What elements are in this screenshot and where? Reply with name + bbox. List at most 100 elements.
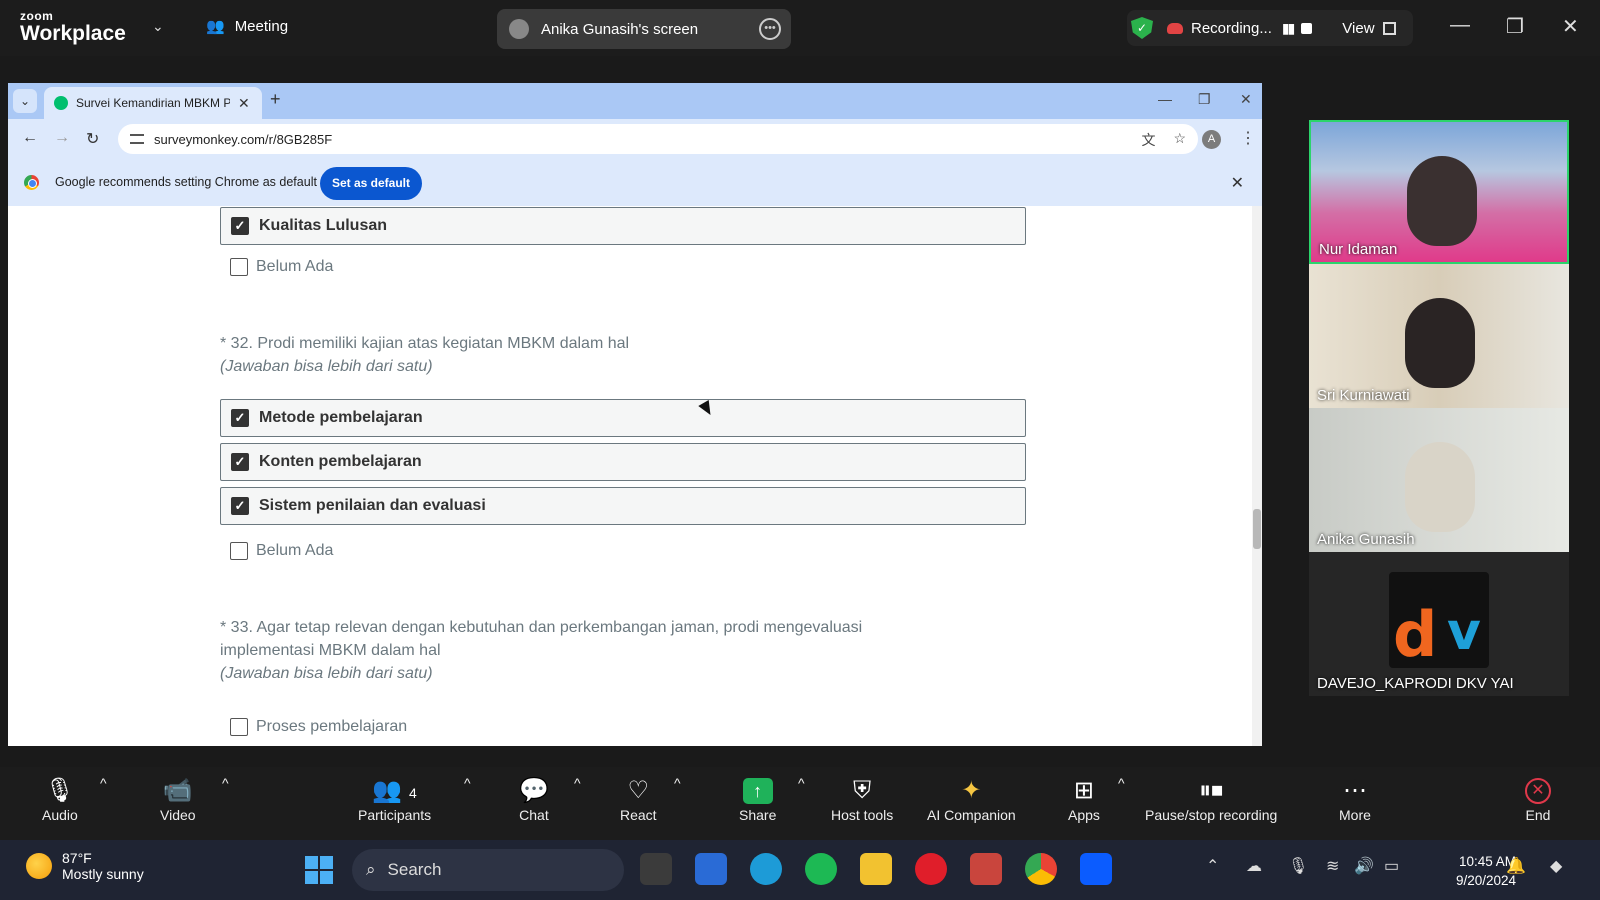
url-field[interactable]: surveymonkey.com/r/8GB285F 文 ☆ [118,124,1198,154]
audio-button[interactable]: 🎙 Audio [42,775,78,823]
taskbar-search[interactable]: ⌕ Search [352,849,624,891]
screen-share-pill[interactable]: Anika Gunasih's screen ••• [497,9,791,49]
ai-companion-button[interactable]: ✦ AI Companion [927,775,1016,823]
tab-survey[interactable]: Survei Kemandirian MBKM Prog ✕ [44,87,262,119]
audio-label: Audio [42,807,78,823]
caret-up-icon[interactable]: ^ [574,775,581,791]
option-kualitas-lulusan[interactable]: ✓ Kualitas Lulusan [220,207,1026,245]
option-belum-ada-31[interactable]: Belum Ada [230,258,333,276]
snipping-tool-icon[interactable] [970,853,1002,885]
chevron-up-icon[interactable]: ⌃ [1206,856,1219,876]
meeting-menu[interactable]: 👥 Meeting [206,17,288,36]
host-tools-button[interactable]: ⛨ Host tools [831,775,893,823]
stop-icon[interactable] [1301,22,1313,34]
menu-icon[interactable]: ⋮ [1240,128,1256,148]
question-title: * 32. Prodi memiliki kajian atas kegiata… [220,335,630,352]
back-icon[interactable]: ← [22,129,38,147]
view-button[interactable]: View [1342,20,1374,37]
copilot-icon[interactable]: ◆ [1550,856,1562,876]
checkbox-checked[interactable]: ✓ [231,497,249,515]
checkbox-unchecked[interactable] [230,542,248,560]
file-explorer-icon[interactable] [860,853,892,885]
translate-icon[interactable]: 文 [1141,130,1155,150]
checkbox-unchecked[interactable] [230,258,248,276]
set-default-button[interactable]: Set as default [320,167,422,200]
video-tile[interactable]: Sri Kurniawati [1309,264,1569,408]
caret-up-icon[interactable]: ^ [464,775,471,791]
video-tile[interactable]: Anika Gunasih [1309,408,1569,552]
restore-icon[interactable]: ❐ [1506,14,1524,39]
checkbox-checked[interactable]: ✓ [231,217,249,235]
option-sistem-penilaian[interactable]: ✓ Sistem penilaian dan evaluasi [220,487,1026,525]
apps-button[interactable]: ⊞ Apps [1068,775,1100,823]
caret-up-icon[interactable]: ^ [100,775,107,791]
end-button[interactable]: ✕ End [1525,775,1551,823]
pause-stop-recording-button[interactable]: ⏸⏹ Pause/stop recording [1145,775,1277,823]
edge-icon[interactable] [750,853,782,885]
pause-icon[interactable]: ▮▮ [1282,20,1295,37]
minimize-icon[interactable]: — [1158,91,1172,107]
participant-name: DAVEJO_KAPRODI DKV YAI [1317,675,1514,692]
checkbox-unchecked[interactable] [230,718,248,736]
option-konten[interactable]: ✓ Konten pembelajaran [220,443,1026,481]
chat-button[interactable]: 💬 Chat [519,775,549,823]
more-options-icon[interactable]: ••• [759,18,781,40]
apps-icon: ⊞ [1073,777,1095,804]
video-button[interactable]: 📹 Video [160,775,196,823]
profile-avatar[interactable]: A [1202,130,1221,149]
checkbox-checked[interactable]: ✓ [231,453,249,471]
windows-start-icon[interactable] [305,856,333,884]
checkbox-checked[interactable]: ✓ [231,409,249,427]
option-belum-ada-32[interactable]: Belum Ada [230,542,333,560]
search-placeholder: Search [387,860,442,879]
chevron-down-icon[interactable]: ⌄ [152,18,164,35]
caret-up-icon[interactable]: ^ [674,775,681,791]
mail-icon[interactable] [695,853,727,885]
opera-icon[interactable] [915,853,947,885]
bell-icon[interactable]: 🔔 [1506,856,1526,876]
new-tab-icon[interactable]: + [270,89,281,110]
close-icon[interactable]: ✕ [1562,14,1579,39]
microphone-icon[interactable]: 🎙 [1288,856,1308,876]
task-view-icon[interactable] [640,853,672,885]
cloud-record-icon [1167,22,1183,34]
star-icon[interactable]: ☆ [1173,130,1186,150]
video-tile[interactable]: dv DAVEJO_KAPRODI DKV YAI [1309,552,1569,696]
minimize-icon[interactable]: — [1450,14,1470,37]
search-icon: ⌕ [366,860,376,879]
close-tab-icon[interactable]: ✕ [238,95,250,112]
close-icon[interactable]: ✕ [1231,173,1244,193]
video-tile[interactable]: Nur Idaman [1309,120,1569,264]
option-metode[interactable]: ✓ Metode pembelajaran [220,399,1026,437]
reload-icon[interactable]: ↻ [86,129,99,149]
scrollbar[interactable] [1252,206,1262,746]
grid-icon[interactable] [1382,21,1396,35]
participant-video [1407,156,1477,246]
onedrive-icon[interactable]: ☁ [1246,856,1262,876]
tab-title: Survei Kemandirian MBKM Prog [76,96,230,110]
weather-widget[interactable]: 87°F Mostly sunny [26,850,144,882]
battery-icon[interactable]: ▭ [1384,856,1399,876]
wifi-icon[interactable]: ≋ [1326,856,1339,876]
survey-content: ✓ Kualitas Lulusan Belum Ada * 32. Prodi… [8,206,1262,746]
video-label: Video [160,807,196,823]
more-button[interactable]: ⋯ More [1339,775,1371,823]
close-icon[interactable]: ✕ [1240,91,1252,108]
chrome-icon[interactable] [1025,853,1057,885]
site-info-icon[interactable] [130,134,144,144]
react-button[interactable]: ♡ React [620,775,657,823]
caret-up-icon[interactable]: ^ [798,775,805,791]
restore-icon[interactable]: ❐ [1198,91,1211,108]
caret-up-icon[interactable]: ^ [222,775,229,791]
spotify-icon[interactable] [805,853,837,885]
volume-icon[interactable]: 🔊 [1354,856,1374,876]
participants-button[interactable]: 👥 4 Participants [358,775,431,823]
ai-companion-label: AI Companion [927,807,1016,823]
caret-up-icon[interactable]: ^ [1118,775,1125,791]
forward-icon[interactable]: → [54,129,70,147]
option-proses[interactable]: Proses pembelajaran [230,718,407,736]
zoom-app-icon[interactable] [1080,853,1112,885]
scroll-thumb[interactable] [1253,509,1261,549]
share-button[interactable]: ↑ Share [739,775,776,823]
tab-search-icon[interactable]: ⌄ [13,89,37,113]
